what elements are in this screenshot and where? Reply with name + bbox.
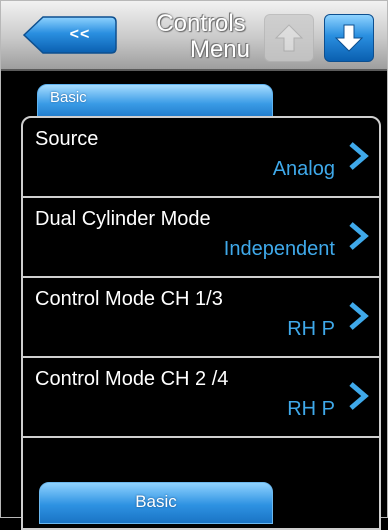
back-button-label: << <box>69 26 91 43</box>
scroll-up-button[interactable] <box>264 14 314 62</box>
menu-row-control-mode-ch13[interactable]: Control Mode CH 1/3 RH P <box>23 278 379 358</box>
basic-button-label: Basic <box>135 492 177 511</box>
arrow-down-icon <box>334 24 364 52</box>
page-title: Controls Menu <box>141 11 261 63</box>
menu-row-control-mode-ch24[interactable]: Control Mode CH 2 /4 RH P <box>23 358 379 438</box>
arrow-up-icon <box>274 24 304 52</box>
menu-row-label: Source <box>35 128 99 150</box>
menu-panel: Source Analog Dual Cylinder Mode Indepen… <box>21 116 381 530</box>
tab-basic-label: Basic <box>50 89 87 106</box>
menu-row-value: Analog <box>272 158 335 180</box>
page-title-line1: Controls <box>156 10 246 37</box>
tab-basic[interactable]: Basic <box>37 84 273 120</box>
menu-row-label: Dual Cylinder Mode <box>35 208 211 230</box>
chevron-right-icon <box>349 142 369 170</box>
header-bar: << Controls Menu <box>1 1 387 71</box>
menu-row-dual-cylinder-mode[interactable]: Dual Cylinder Mode Independent <box>23 198 379 278</box>
page-title-line2: Menu <box>189 36 251 63</box>
menu-row-label: Control Mode CH 1/3 <box>35 288 223 310</box>
menu-row-value: Independent <box>223 238 335 260</box>
menu-row-source[interactable]: Source Analog <box>23 118 379 198</box>
chevron-right-icon <box>349 222 369 250</box>
chevron-right-icon <box>349 302 369 330</box>
menu-row-label: Control Mode CH 2 /4 <box>35 368 229 390</box>
menu-row-value: RH P <box>287 318 335 340</box>
scroll-down-button[interactable] <box>324 14 374 62</box>
back-button[interactable]: << <box>23 15 117 55</box>
menu-row-value: RH P <box>287 398 335 420</box>
chevron-right-icon <box>349 382 369 410</box>
